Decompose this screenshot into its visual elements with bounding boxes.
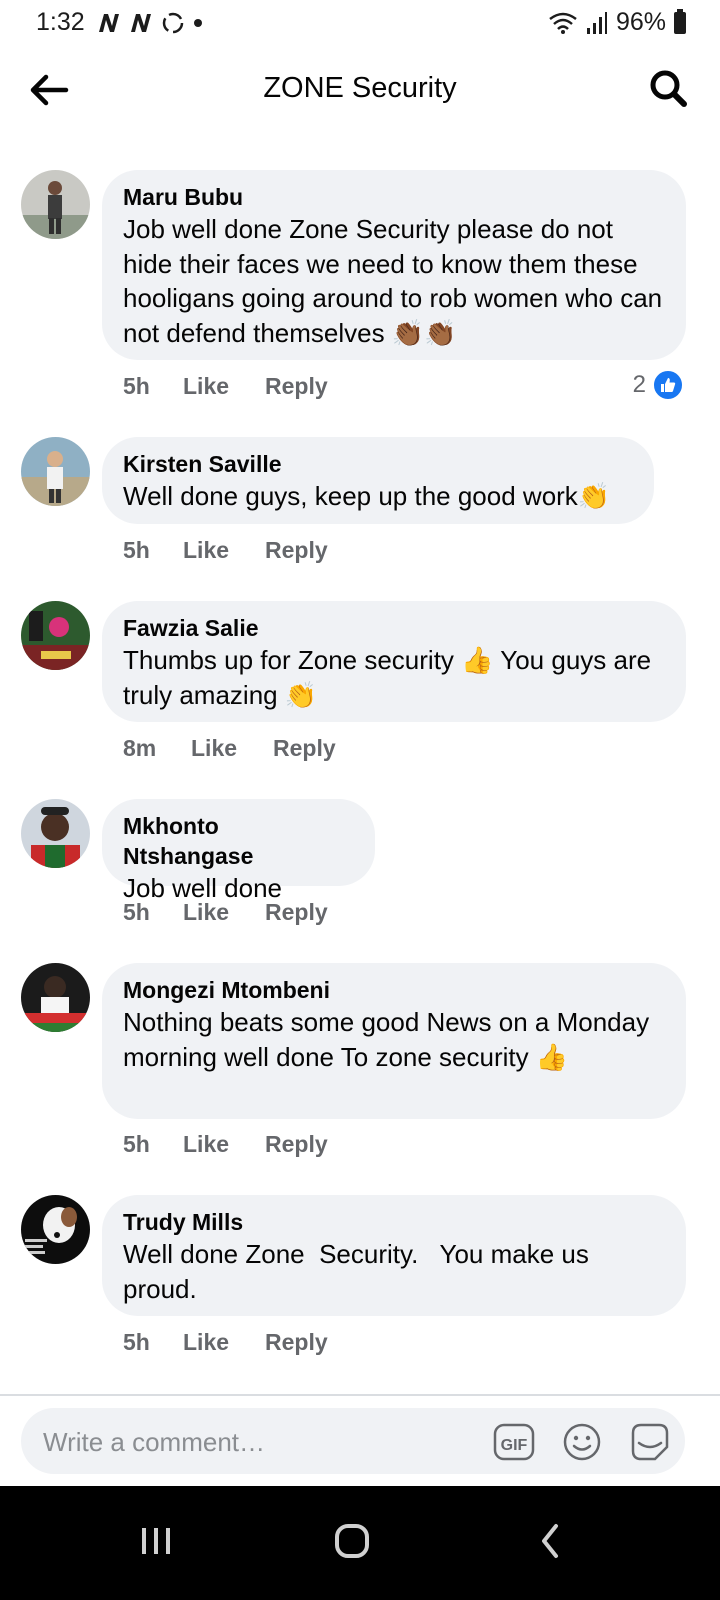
comment-actions: 5h Like Reply	[123, 1329, 328, 1356]
comment-author[interactable]: Maru Bubu	[123, 182, 666, 212]
comment-input[interactable]	[41, 1408, 465, 1476]
like-button[interactable]: Like	[183, 373, 265, 400]
composer-divider	[0, 1394, 720, 1396]
like-reaction-icon	[652, 369, 684, 401]
sync-icon	[162, 12, 184, 34]
battery-percent: 96%	[615, 8, 666, 36]
comment-text: Job well done Zone Security please do no…	[123, 214, 663, 348]
reply-button[interactable]: Reply	[265, 373, 328, 400]
status-right: 96%	[548, 8, 686, 37]
avatar[interactable]	[21, 1195, 90, 1264]
avatar[interactable]	[21, 963, 90, 1032]
comment-bubble[interactable]: Mongezi Mtombeni Nothing beats some good…	[102, 963, 686, 1119]
like-button[interactable]: Like	[183, 1131, 265, 1158]
system-nav-bar	[0, 1486, 720, 1600]
notification-n-icon	[131, 14, 151, 32]
sticker-icon[interactable]	[629, 1421, 671, 1463]
like-button[interactable]: Like	[183, 1329, 265, 1356]
comment-time[interactable]: 5h	[123, 373, 183, 400]
emoji-icon[interactable]	[561, 1421, 603, 1463]
comment-composer: GIF	[21, 1408, 685, 1476]
avatar[interactable]	[21, 437, 90, 506]
comment-actions: 5h Like Reply	[123, 373, 328, 400]
gif-label: GIF	[501, 1437, 528, 1454]
comment-text: Well done guys, keep up the good work👏	[123, 481, 611, 511]
recent-apps-icon[interactable]	[126, 1516, 186, 1566]
comment-time[interactable]: 8m	[123, 735, 191, 762]
reply-button[interactable]: Reply	[265, 1329, 328, 1356]
comment-time[interactable]: 5h	[123, 1131, 183, 1158]
reaction-count[interactable]: 2	[633, 369, 684, 401]
comment-author[interactable]: Mkhonto Ntshangase	[123, 811, 355, 871]
search-icon[interactable]	[646, 66, 690, 110]
page-title: ZONE Security	[263, 72, 457, 104]
reply-button[interactable]: Reply	[265, 1131, 328, 1158]
comment-time[interactable]: 5h	[123, 1329, 183, 1356]
reply-button[interactable]: Reply	[265, 537, 328, 564]
home-icon[interactable]	[322, 1516, 382, 1566]
comment-text: Thumbs up for Zone security 👍 You guys a…	[123, 645, 652, 710]
comment-text: Well done Zone Security. You make us pro…	[123, 1239, 597, 1304]
comment-bubble[interactable]: Kirsten Saville Well done guys, keep up …	[102, 437, 654, 524]
comment-time[interactable]: 5h	[123, 899, 183, 926]
comment-bubble[interactable]: Maru Bubu Job well done Zone Security pl…	[102, 170, 686, 360]
comment-bubble[interactable]: Fawzia Salie Thumbs up for Zone security…	[102, 601, 686, 722]
avatar[interactable]	[21, 799, 90, 868]
comment-time[interactable]: 5h	[123, 537, 183, 564]
comment-author[interactable]: Trudy Mills	[123, 1207, 666, 1237]
comment-author[interactable]: Fawzia Salie	[123, 613, 666, 643]
header: ZONE Security	[0, 46, 720, 136]
avatar[interactable]	[21, 601, 90, 670]
like-button[interactable]: Like	[183, 537, 265, 564]
comment-bubble[interactable]: Mkhonto Ntshangase Job well done	[102, 799, 375, 903]
reaction-number: 2	[632, 371, 646, 398]
dot-icon	[194, 19, 202, 27]
comment-actions: 5h Like Reply	[123, 899, 328, 926]
avatar[interactable]	[21, 170, 90, 239]
signal-icon	[586, 11, 607, 34]
back-nav-icon[interactable]	[520, 1516, 580, 1566]
wifi-icon	[549, 12, 577, 34]
status-time: 1:32	[36, 8, 85, 36]
comment-author[interactable]: Kirsten Saville	[123, 449, 634, 479]
comment-actions: 5h Like Reply	[123, 537, 328, 564]
battery-icon	[674, 8, 686, 34]
gif-icon[interactable]: GIF	[493, 1421, 535, 1463]
comment-actions: 8m Like Reply	[123, 735, 336, 762]
like-button[interactable]: Like	[183, 899, 265, 926]
reply-button[interactable]: Reply	[265, 899, 328, 926]
like-button[interactable]: Like	[191, 735, 273, 762]
comment-text: Nothing beats some good News on a Monday…	[123, 1007, 650, 1072]
comment-bubble[interactable]: Trudy Mills Well done Zone Security. You…	[102, 1195, 686, 1316]
notification-icons	[96, 10, 204, 36]
notification-n-icon	[99, 14, 119, 32]
reply-button[interactable]: Reply	[273, 735, 336, 762]
comment-actions: 5h Like Reply	[123, 1131, 328, 1158]
comment-author[interactable]: Mongezi Mtombeni	[123, 975, 666, 1005]
status-bar: 1:32 96%	[0, 0, 720, 46]
